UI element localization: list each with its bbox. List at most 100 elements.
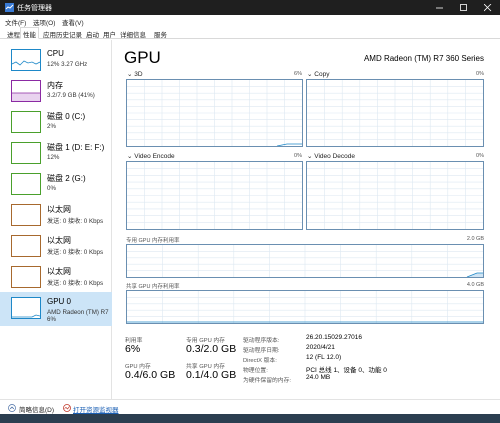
minimize-icon: [436, 7, 443, 9]
sidebar-item-value: 2%: [47, 123, 56, 130]
sidebar-item-label: GPU 0: [47, 297, 72, 306]
sidebar-item-disk-2[interactable]: 磁盘 2 (G:) 0%: [0, 168, 112, 199]
sidebar-item-value: 0%: [47, 185, 56, 192]
driver-date-key: 驱动程序日期:: [243, 348, 280, 354]
sidebar-item-cpu[interactable]: CPU 12% 3.27 GHz: [0, 44, 112, 75]
tab-services[interactable]: 服务: [152, 28, 169, 39]
chevron-up-icon: [8, 404, 16, 412]
open-resource-monitor-link[interactable]: 打开资源监视器: [73, 404, 119, 414]
ethernet-thumbnail: [11, 204, 41, 226]
sidebar-item-gpu-0[interactable]: GPU 0 AMD Radeon (TM) R7 6%: [0, 292, 112, 326]
desktop-background: [0, 414, 500, 423]
engine-pct: 0%: [476, 153, 484, 159]
ethernet-thumbnail: [11, 235, 41, 257]
sidebar-item-label: CPU: [47, 49, 64, 58]
tab-performance[interactable]: 性能: [20, 27, 39, 39]
engine-3d-selector[interactable]: ⌄ 3D: [127, 70, 143, 78]
memory-thumbnail: [11, 80, 41, 102]
sidebar-item-value: 12% 3.27 GHz: [47, 61, 88, 68]
sidebar-item-value: AMD Radeon (TM) R7: [47, 309, 109, 316]
disk-thumbnail: [11, 173, 41, 195]
graph-gridlines: [127, 162, 302, 229]
graph-gridlines: [127, 245, 483, 277]
tab-users[interactable]: 用户: [101, 28, 118, 39]
sidebar-item-value: 12%: [47, 154, 60, 161]
sidebar-item-value: 6%: [47, 316, 56, 323]
sidebar-item-memory[interactable]: 内存 3.2/7.9 GB (41%): [0, 75, 112, 106]
shared-mem-label: 共享 GPU 内存利用率: [126, 284, 180, 290]
sidebar-item-disk-1[interactable]: 磁盘 1 (D: E: F:) 12%: [0, 137, 112, 168]
gpu-mem-value: 0.4/6.0 GB: [125, 369, 176, 381]
tab-details[interactable]: 详细信息: [118, 28, 148, 39]
graph-gridlines: [307, 162, 483, 229]
tab-app-history[interactable]: 应用历史记录: [41, 28, 84, 39]
engine-video-decode-selector[interactable]: ⌄ Video Decode: [307, 152, 355, 160]
dedicated-mem-label: 专用 GPU 内存利用率: [126, 238, 180, 244]
sidebar-item-disk-0[interactable]: 磁盘 0 (C:) 2%: [0, 106, 112, 137]
sidebar-item-label: 磁盘 2 (G:): [47, 174, 86, 183]
sidebar-item-value: 发送: 0 接收: 0 Kbps: [47, 280, 104, 287]
sidebar-item-label: 以太网: [47, 267, 71, 276]
menu-file[interactable]: 文件(F): [5, 17, 26, 27]
engine-pct: 0%: [476, 71, 484, 77]
engine-copy-graph: [306, 79, 484, 147]
engine-label: Video Encode: [134, 153, 175, 160]
sidebar-item-label: 内存: [47, 81, 63, 90]
engine-video-encode-selector[interactable]: ⌄ Video Encode: [127, 152, 175, 160]
sidebar-item-value: 发送: 0 接收: 0 Kbps: [47, 249, 104, 256]
close-button[interactable]: [476, 0, 500, 15]
menu-view[interactable]: 查看(V): [62, 17, 84, 27]
disk-thumbnail: [11, 111, 41, 133]
footer: 简略信息(D) 打开资源监视器: [0, 399, 500, 414]
engine-3d-graph: [126, 79, 303, 147]
tab-startup[interactable]: 启动: [84, 28, 101, 39]
sidebar-item-ethernet[interactable]: 以太网 发送: 0 接收: 0 Kbps: [0, 261, 112, 292]
driver-date-value: 2020/4/21: [306, 344, 335, 351]
utilization-value: 6%: [125, 343, 141, 355]
physical-location-value: PCI 总线 1、设备 0、功能 0: [306, 367, 387, 374]
maximize-button[interactable]: [452, 0, 476, 15]
engine-video-encode-graph: [126, 161, 303, 230]
gpu-thumbnail: [11, 297, 41, 319]
reserved-memory-key: 为硬件保留的内存:: [243, 378, 291, 384]
sidebar-item-label: 磁盘 1 (D: E: F:): [47, 143, 105, 152]
dedicated-mem-graph: [126, 244, 484, 278]
directx-version-value: 12 (FL 12.0): [306, 354, 342, 361]
tab-bar: 进程 性能 应用历史记录 启动 用户 详细信息 服务: [0, 27, 500, 39]
ethernet-thumbnail: [11, 266, 41, 288]
dedicated-gpu-mem-value: 0.3/2.0 GB: [186, 343, 237, 355]
task-manager-icon: [5, 3, 14, 12]
less-details-button[interactable]: 简略信息(D): [19, 404, 54, 414]
engine-copy-selector[interactable]: ⌄ Copy: [307, 70, 329, 78]
resource-monitor-icon: [63, 404, 71, 412]
dedicated-mem-max: 2.0 GB: [466, 236, 484, 242]
sidebar-item-label: 以太网: [47, 205, 71, 214]
disk-thumbnail: [11, 142, 41, 164]
sidebar-item-value: 发送: 0 接收: 0 Kbps: [47, 218, 104, 225]
sidebar-item-ethernet[interactable]: 以太网 发送: 0 接收: 0 Kbps: [0, 199, 112, 230]
menu-options[interactable]: 选项(O): [33, 17, 55, 27]
gpu-model-name: AMD Radeon (TM) R7 360 Series: [363, 54, 484, 63]
graph-gridlines: [307, 80, 483, 146]
shared-mem-max: 4.0 GB: [466, 282, 484, 288]
page-title: GPU: [124, 48, 161, 67]
driver-version-key: 驱动程序版本:: [243, 338, 280, 344]
sidebar-item-label: 以太网: [47, 236, 71, 245]
engine-label: Video Decode: [314, 153, 355, 160]
task-manager-window: 任务管理器 文件(F) 选项(O) 查看(V) 进程 性能 应用历史记录 启动 …: [0, 0, 500, 423]
resource-sidebar: CPU 12% 3.27 GHz 内存 3.2/7.9 GB (41%) 磁盘 …: [0, 40, 112, 399]
driver-version-value: 26.20.15029.27016: [306, 334, 363, 341]
cpu-thumbnail: [11, 49, 41, 71]
reserved-memory-value: 24.0 MB: [306, 374, 331, 381]
minimize-button[interactable]: [428, 0, 452, 15]
window-title: 任务管理器: [17, 5, 52, 12]
close-icon: [484, 4, 492, 12]
graph-gridlines: [127, 291, 483, 323]
sidebar-item-ethernet[interactable]: 以太网 发送: 0 接收: 0 Kbps: [0, 230, 112, 261]
title-bar[interactable]: 任务管理器: [0, 0, 500, 15]
engine-label: Copy: [314, 71, 330, 78]
maximize-icon: [460, 4, 467, 11]
engine-pct: 6%: [294, 71, 302, 77]
shared-gpu-mem-value: 0.1/4.0 GB: [186, 369, 237, 381]
sidebar-item-label: 磁盘 0 (C:): [47, 112, 86, 121]
